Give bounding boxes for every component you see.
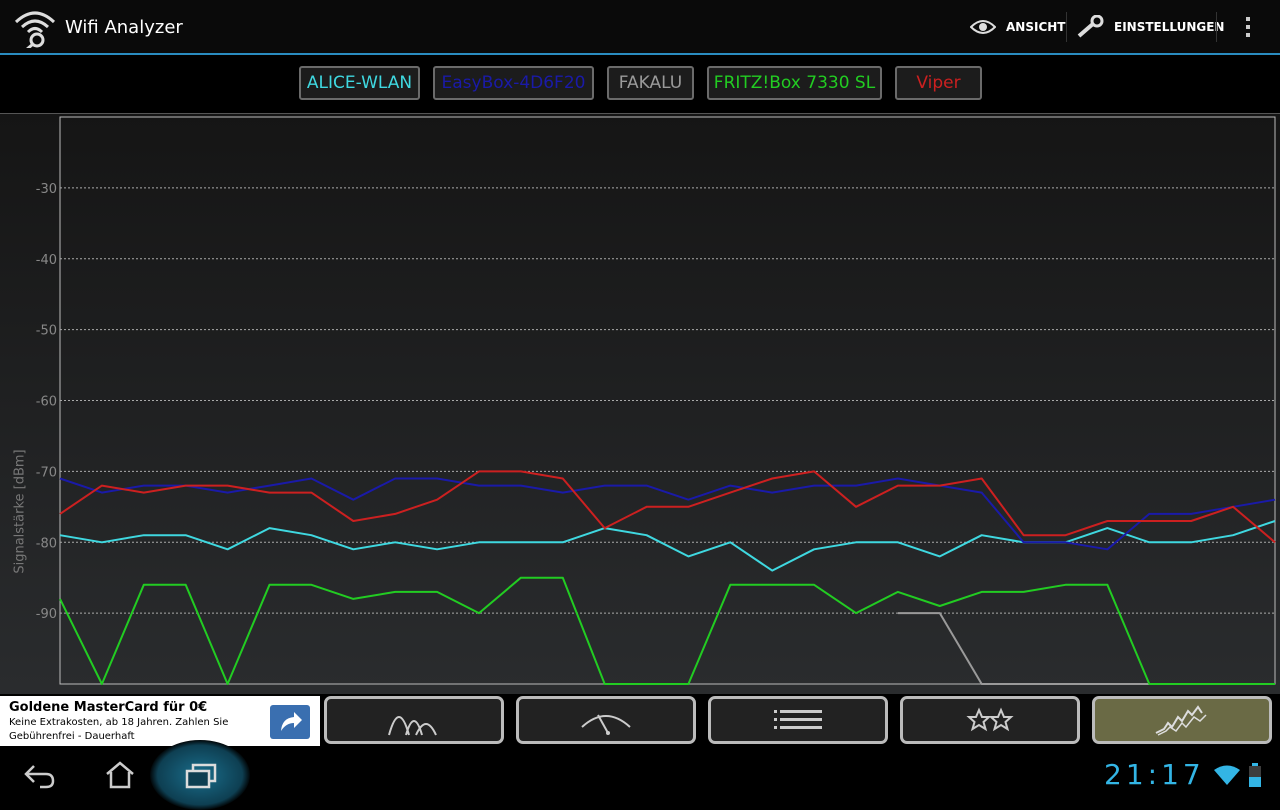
overflow-menu-icon[interactable]	[1236, 12, 1260, 42]
stars-icon	[966, 707, 1014, 732]
network-chip-label: FAKALU	[618, 73, 683, 93]
signal-meter-icon	[581, 714, 631, 735]
system-nav-bar	[0, 740, 1280, 810]
y-tick-label: -30	[36, 182, 57, 197]
wrench-icon	[1077, 14, 1104, 38]
share-arrow-icon	[281, 712, 302, 731]
y-tick-label: -90	[36, 607, 57, 622]
network-chip-fritzbox[interactable]: FRITZ!Box 7330 SL	[707, 66, 882, 100]
wifi-status-icon	[1214, 765, 1240, 785]
network-chip-label: ALICE-WLAN	[306, 73, 413, 93]
network-chip-label: Viper	[916, 73, 961, 93]
network-chip-label: EasyBox-4D6F20	[441, 73, 586, 93]
network-chip-label: FRITZ!Box 7330 SL	[713, 73, 876, 93]
network-chip-alice-wlan[interactable]: ALICE-WLAN	[299, 66, 420, 100]
y-tick-label: -80	[36, 536, 57, 551]
ad-banner[interactable]: Goldene MasterCard für 0€ Keine Extrakos…	[0, 696, 320, 746]
network-chip-fakalu[interactable]: FAKALU	[607, 66, 694, 100]
back-icon[interactable]	[22, 762, 56, 790]
y-tick-label: -70	[36, 465, 57, 480]
series-line-alice-wlan	[59, 520, 1276, 572]
network-legend-bar: ALICE-WLAN EasyBox-4D6F20 FAKALU FRITZ!B…	[0, 56, 1280, 114]
signal-meter-view-button[interactable]	[516, 696, 696, 744]
series-line-fakalu	[897, 612, 1275, 685]
action-separator	[1066, 12, 1067, 42]
y-tick-label: -60	[36, 395, 57, 410]
eye-icon	[970, 19, 996, 34]
ad-title: Goldene MasterCard für 0€	[9, 700, 208, 715]
series-line-fritz-box-7330-sl	[59, 576, 1275, 685]
ap-list-view-button[interactable]	[708, 696, 888, 744]
list-icon	[774, 710, 822, 729]
channel-rating-view-button[interactable]	[900, 696, 1080, 744]
view-menu-label: ANSICHT	[1006, 19, 1066, 34]
ad-text: Keine Extrakosten, ab 18 Jahren. Zahlen …	[9, 717, 229, 742]
network-chip-viper[interactable]: Viper	[895, 66, 982, 100]
app-title: Wifi Analyzer	[65, 17, 183, 38]
wifi-analyzer-logo-icon	[14, 11, 56, 48]
action-separator	[1216, 12, 1217, 42]
channel-graph-icon	[388, 716, 437, 736]
y-tick-label: -50	[36, 324, 57, 339]
time-graph-icon	[1155, 705, 1207, 736]
series-line-viper	[59, 470, 1276, 544]
battery-status-icon	[1249, 763, 1261, 787]
settings-menu-button[interactable]: EINSTELLUNGEN	[1076, 0, 1224, 53]
ad-share-button[interactable]	[270, 705, 310, 739]
y-tick-label: -40	[36, 253, 57, 268]
series-line-easybox-4d6f20	[59, 477, 1276, 551]
status-clock: 21:17	[1104, 758, 1205, 791]
recent-apps-icon[interactable]	[184, 762, 218, 790]
channel-graph-view-button[interactable]	[324, 696, 504, 744]
action-bar: Wifi Analyzer ANSICHT EINSTELLUNGEN	[0, 0, 1280, 55]
home-icon[interactable]	[104, 760, 136, 790]
view-menu-button[interactable]: ANSICHT	[970, 0, 1065, 53]
chart-svg: -30 -40 -50 -60 -70 -80 -90	[36, 116, 1276, 685]
network-chip-easybox[interactable]: EasyBox-4D6F20	[433, 66, 594, 100]
settings-menu-label: EINSTELLUNGEN	[1114, 19, 1225, 34]
time-graph-view-button[interactable]	[1092, 696, 1272, 744]
signal-time-graph: Signalstärke [dBm] -30 -40 -50 -60 -70 -80 -90	[0, 114, 1280, 694]
